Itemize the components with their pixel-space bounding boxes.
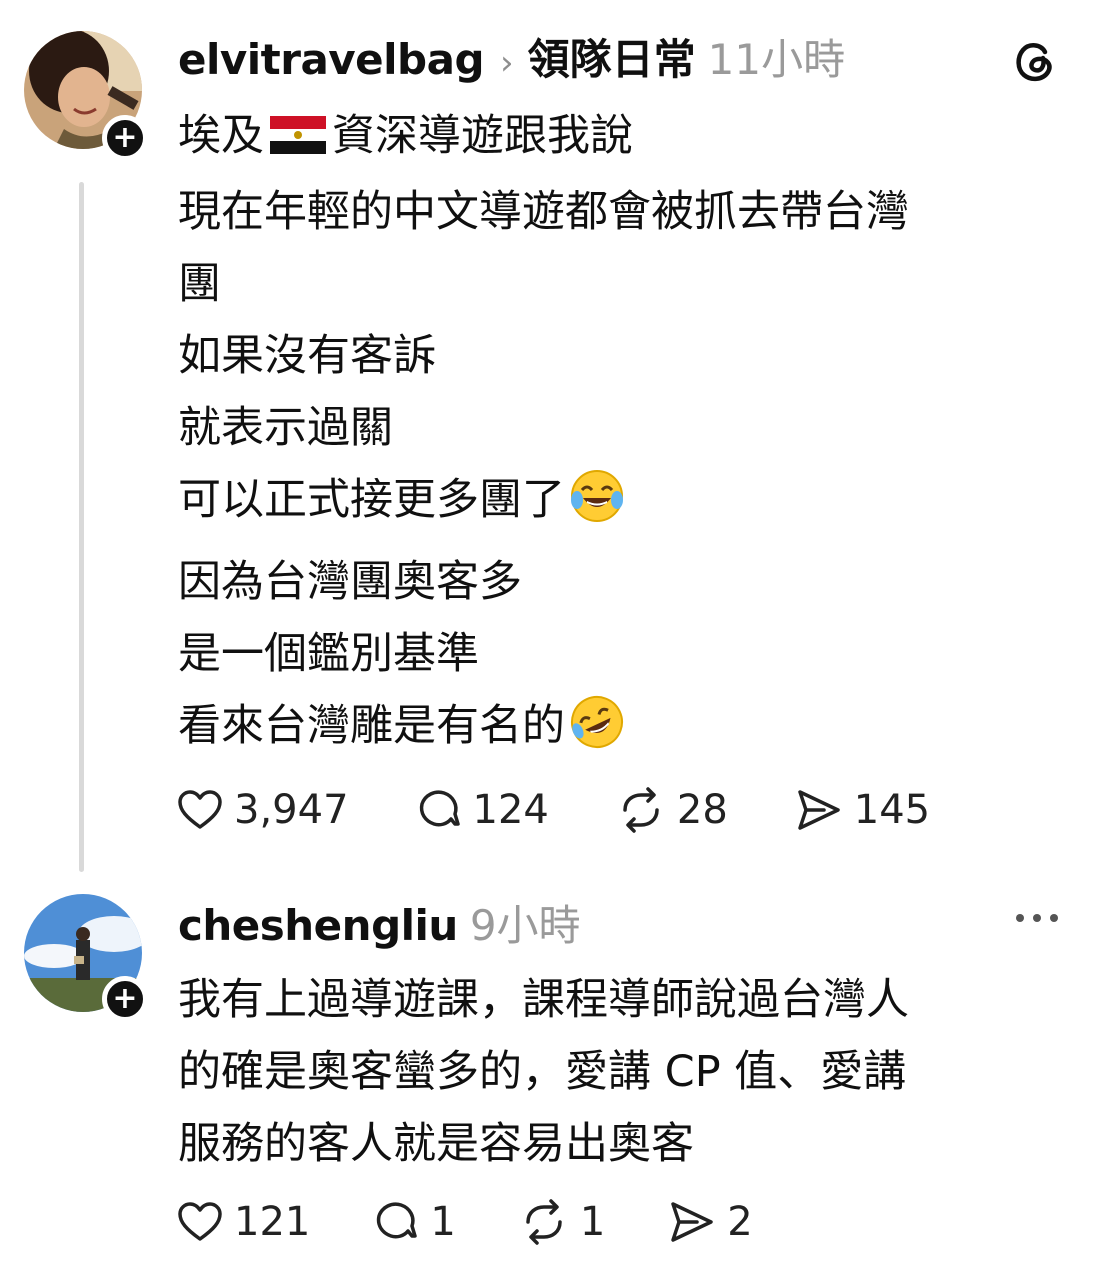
topic-tag[interactable]: 領隊日常 (528, 26, 696, 87)
comment-icon (419, 790, 460, 827)
repost-icon (526, 1199, 562, 1245)
share-count: 2 (727, 1199, 753, 1245)
post-line-1: 埃及 資深導遊跟我說 (178, 100, 1078, 176)
chevron-right-icon: › (500, 43, 514, 83)
post-line-9: 看來台灣雕是有名的 (178, 690, 1078, 772)
reply-line-3: 服務的客人就是容易出奧客 (178, 1119, 694, 1169)
reply-line-1: 我有上過導遊課，課程導師說過台灣人 (178, 975, 909, 1025)
post-line-9-text: 看來台灣雕是有名的 (178, 701, 565, 751)
reply-actions: 121 1 1 2 (176, 1198, 819, 1246)
post-line-2: 現在年輕的中文導遊都會被抓去帶台灣 (178, 187, 909, 237)
timestamp: 11小時 (707, 35, 846, 84)
repost-button[interactable]: 28 (615, 786, 728, 834)
username[interactable]: elvitravelbag (178, 35, 485, 84)
post-line-1b-text: 資深導遊跟我說 (332, 111, 633, 161)
reply-count: 1 (430, 1199, 456, 1245)
tears-of-joy-emoji-icon (569, 468, 625, 546)
post-line-4: 如果沒有客訴 (178, 331, 436, 381)
post-line-3: 團 (178, 259, 221, 309)
heart-icon (178, 1202, 222, 1241)
threads-logo-icon[interactable] (1012, 38, 1058, 88)
share-button[interactable]: 145 (794, 786, 930, 834)
reply-post: + cheshengliu 9小時 我有上過導遊課，課程導師說過台灣人 的確是奧… (0, 880, 1103, 1280)
repost-button[interactable]: 1 (518, 1198, 605, 1246)
send-icon (671, 1202, 714, 1242)
main-post: + elvitravelbag › 領隊日常 11小時 埃及 資深導遊跟我說 現… (0, 0, 1103, 880)
heart-icon (178, 790, 222, 829)
username[interactable]: cheshengliu (178, 901, 458, 950)
post-line-7: 因為台灣團奧客多 (178, 557, 522, 607)
timestamp: 9小時 (469, 901, 581, 950)
repost-count: 28 (676, 787, 728, 833)
repost-icon (623, 787, 659, 833)
post-line-5: 就表示過關 (178, 403, 393, 453)
share-button[interactable]: 2 (667, 1198, 753, 1246)
post-actions: 3,947 124 28 145 (176, 786, 996, 834)
follow-button[interactable]: + (102, 115, 148, 161)
reply-header: cheshengliu 9小時 (178, 892, 581, 953)
comment-icon (377, 1202, 418, 1239)
post-line-1-text: 埃及 (178, 111, 264, 161)
follow-button[interactable]: + (102, 976, 148, 1022)
like-button[interactable]: 121 (176, 1198, 310, 1246)
like-count: 121 (234, 1199, 311, 1245)
reply-button[interactable]: 124 (415, 786, 549, 834)
like-count: 3,947 (234, 787, 349, 833)
reply-text: 我有上過導遊課，課程導師說過台灣人 的確是奧客蠻多的，愛講 CP 值、愛講 服務… (178, 964, 1078, 1180)
reply-button[interactable]: 1 (372, 1198, 456, 1246)
thread-line (79, 182, 84, 872)
more-options-icon[interactable] (1014, 910, 1060, 929)
send-icon (798, 790, 840, 830)
like-button[interactable]: 3,947 (176, 786, 349, 834)
rofl-emoji-icon (569, 694, 625, 772)
post-line-6-text: 可以正式接更多團了 (178, 475, 565, 525)
post-line-6: 可以正式接更多團了 (178, 464, 1078, 546)
repost-count: 1 (579, 1199, 606, 1245)
reply-count: 124 (472, 787, 549, 833)
post-header: elvitravelbag › 領隊日常 11小時 (178, 26, 845, 87)
reply-line-2: 的確是奧客蠻多的，愛講 CP 值、愛講 (178, 1047, 907, 1097)
post-line-8: 是一個鑑別基準 (178, 629, 479, 679)
share-count: 145 (853, 787, 931, 833)
post-text: 埃及 資深導遊跟我說 現在年輕的中文導遊都會被抓去帶台灣 團 如果沒有客訴 就表… (178, 100, 1078, 772)
flag-egypt-icon (270, 104, 326, 176)
